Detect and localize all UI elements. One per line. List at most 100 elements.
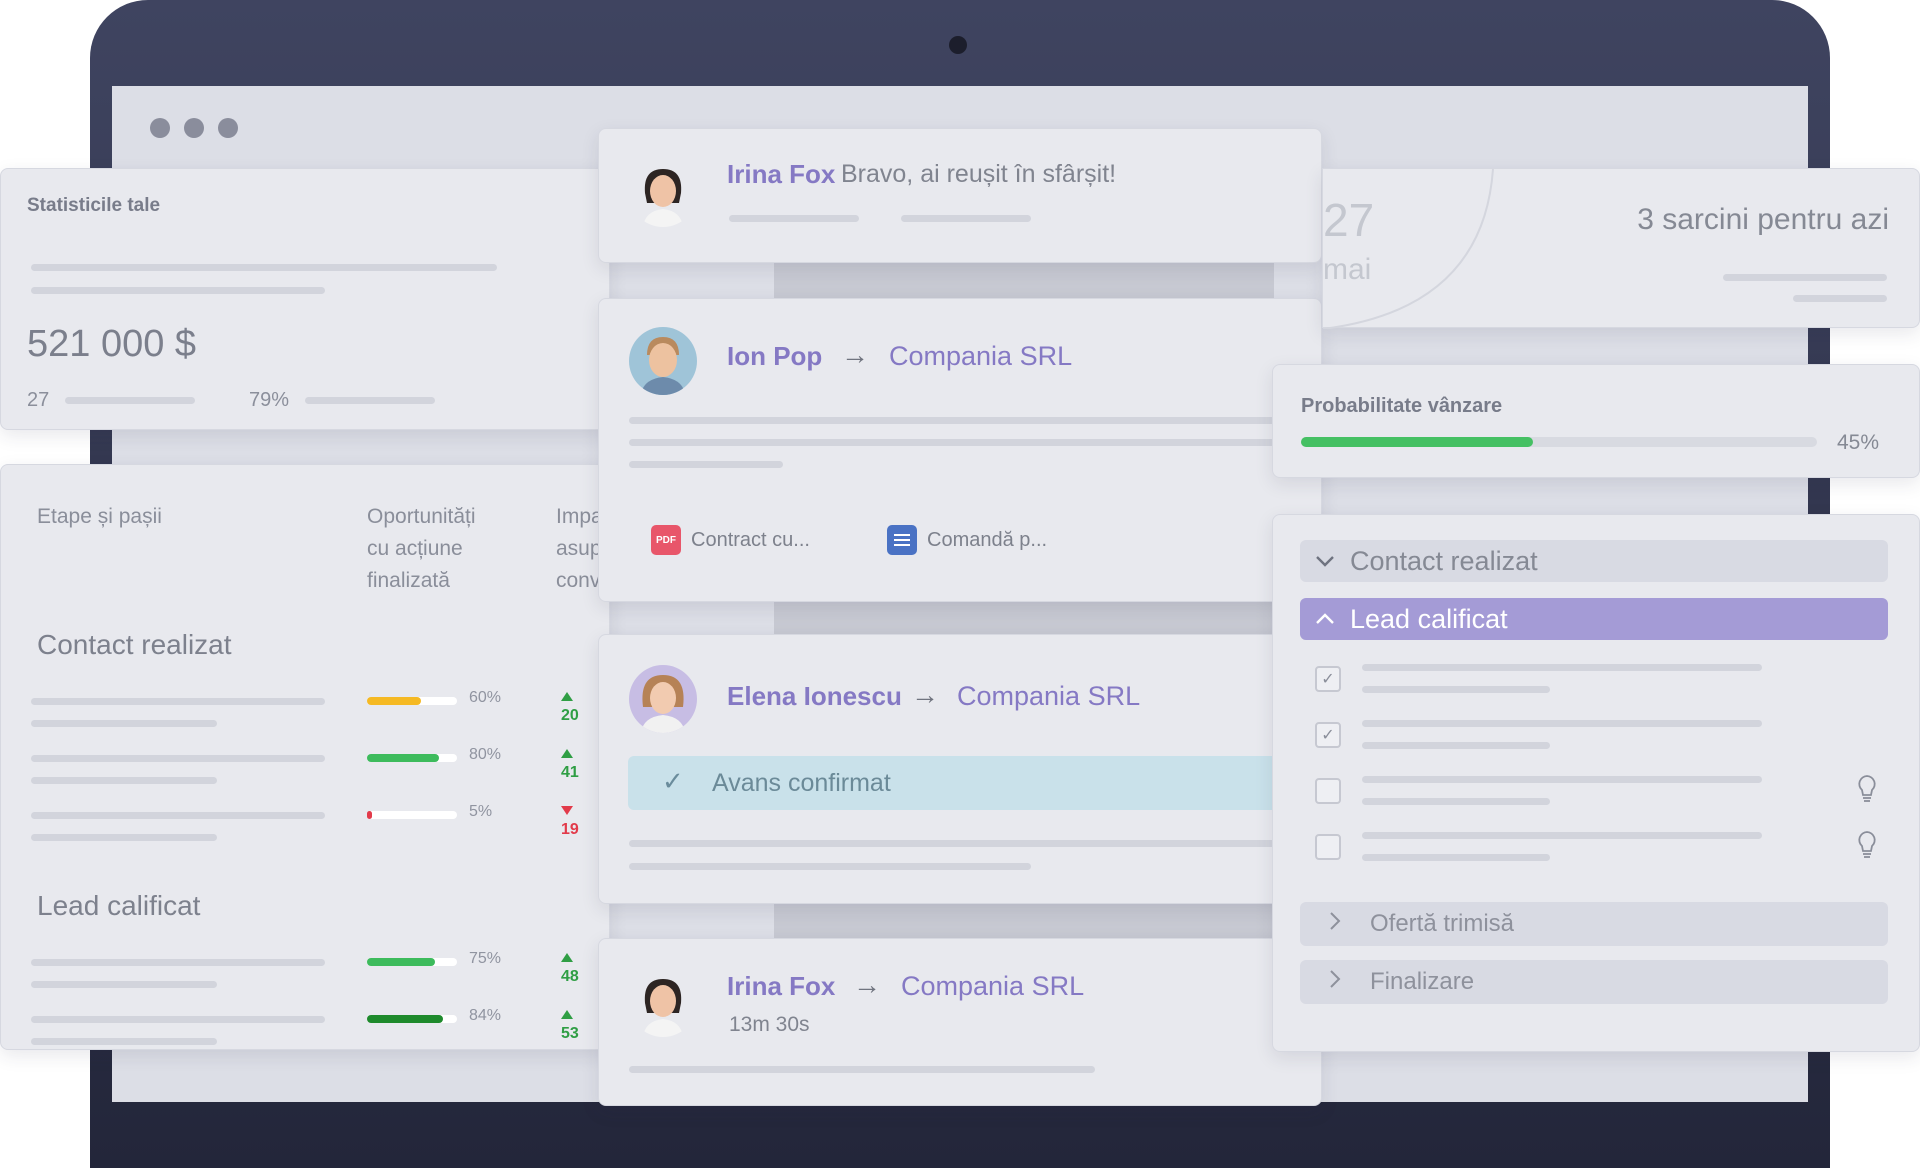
deal-card[interactable]: Irina Fox → Compania SRL 13m 30s: [598, 938, 1322, 1106]
triangle-up-icon: [561, 749, 573, 758]
stage-contact-realizat[interactable]: Contact realizat: [1300, 540, 1888, 582]
arrow-right-icon: →: [911, 679, 939, 710]
impact-value: 19: [561, 821, 579, 838]
avatar: [629, 159, 697, 227]
placeholder-line: [901, 215, 1031, 222]
triangle-down-icon: [561, 806, 573, 815]
tasks-card: 27 mai 3 sarcini pentru azi: [1322, 168, 1920, 329]
arrow-right-icon: →: [853, 969, 881, 1000]
stage-label: Finalizare: [1370, 968, 1475, 995]
calendar-month: mai: [1323, 253, 1372, 286]
impact-value: 20: [561, 707, 579, 724]
placeholder-line: [31, 834, 217, 841]
placeholder-line: [305, 397, 435, 404]
placeholder-line: [1362, 686, 1550, 693]
placeholder-line: [31, 1038, 217, 1045]
stats-card: Statisticile tale 521 000 $ 27 79%: [0, 168, 610, 430]
progress-fill: [367, 811, 372, 819]
progress-fill: [367, 754, 439, 762]
stage-group-title: Contact realizat: [37, 629, 232, 660]
attachment-label: Comandă p...: [927, 528, 1048, 551]
placeholder-line: [1362, 720, 1762, 727]
stage-oferta-trimisa[interactable]: Ofertă trimisă: [1300, 902, 1888, 946]
placeholder-line: [629, 840, 1323, 847]
checkbox[interactable]: [1315, 778, 1341, 804]
progress-track: [367, 754, 457, 762]
placeholder-line: [31, 959, 325, 966]
message-text: Bravo, ai reușit în sfârșit!: [841, 160, 1117, 188]
progress-percent: 84%: [469, 1007, 502, 1024]
contact-name[interactable]: Ion Pop: [727, 341, 822, 372]
placeholder-line: [1362, 798, 1550, 805]
attachment-order[interactable]: Comandă p...: [887, 525, 1047, 555]
placeholder-line: [1362, 742, 1550, 749]
stats-title: Statisticile tale: [27, 195, 161, 216]
stage-lead-calificat[interactable]: Lead calificat: [1300, 598, 1888, 640]
impact-value: 48: [561, 968, 579, 985]
impact-up: 20: [561, 689, 579, 725]
placeholder-line: [31, 720, 217, 727]
stats-count: 27: [27, 389, 50, 411]
impact-up: 53: [561, 1007, 579, 1043]
stage-label: Ofertă trimisă: [1370, 910, 1515, 937]
probability-track: [1301, 437, 1817, 447]
sender-name[interactable]: Irina Fox: [727, 159, 835, 190]
placeholder-line: [1362, 854, 1550, 861]
placeholder-line: [729, 215, 859, 222]
progress-track: [367, 958, 457, 966]
webcam: [949, 36, 967, 54]
probability-title: Probabilitate vânzare: [1301, 395, 1503, 417]
placeholder-line: [1362, 832, 1762, 839]
placeholder-line: [1793, 295, 1887, 302]
window-close-dot[interactable]: [150, 118, 170, 138]
lightbulb-icon[interactable]: [1856, 774, 1878, 804]
checkbox-checked[interactable]: ✓: [1315, 722, 1341, 748]
avatar: [629, 969, 697, 1037]
company-name[interactable]: Compania SRL: [901, 971, 1084, 1002]
impact-down: 19: [561, 803, 579, 839]
placeholder-line: [1362, 664, 1762, 671]
attachment-label: Contract cu...: [691, 528, 810, 551]
progress-track: [367, 697, 457, 705]
checkbox-checked[interactable]: ✓: [1315, 666, 1341, 692]
attachment-contract[interactable]: PDF Contract cu...: [651, 525, 810, 555]
check-icon: ✓: [662, 766, 684, 796]
placeholder-line: [65, 397, 195, 404]
checkbox[interactable]: [1315, 834, 1341, 860]
probability-value: 45%: [1837, 431, 1880, 454]
stage-label: Lead calificat: [1350, 603, 1508, 634]
chevron-right-icon: [1300, 911, 1370, 937]
message-card[interactable]: Irina Fox Bravo, ai reușit în sfârșit!: [598, 128, 1322, 263]
impact-value: 41: [561, 764, 579, 781]
document-icon: [887, 525, 917, 555]
chevron-up-icon: [1300, 608, 1350, 631]
progress-fill: [367, 958, 435, 966]
contact-name[interactable]: Elena Ionescu: [727, 681, 902, 712]
window-controls: [150, 118, 238, 138]
placeholder-line: [31, 981, 217, 988]
column-header-stages: Etape și pașii: [37, 505, 162, 528]
progress-percent: 5%: [469, 803, 493, 820]
check-icon: ✓: [1321, 671, 1335, 688]
avatar-man-smiling: [629, 327, 697, 395]
placeholder-line: [31, 777, 217, 784]
column-header-opportunities: Oportunități cu acțiune finalizată: [367, 505, 476, 592]
avatar-woman-dark-hair: [629, 969, 697, 1037]
progress-percent: 80%: [469, 746, 502, 763]
avatar: [629, 665, 697, 733]
stage-finalizare[interactable]: Finalizare: [1300, 960, 1888, 1004]
window-maximize-dot[interactable]: [218, 118, 238, 138]
pdf-icon: PDF: [651, 525, 681, 555]
deal-card[interactable]: Ion Pop → Compania SRL PDF Contract cu..…: [598, 298, 1323, 602]
placeholder-line: [629, 417, 1323, 424]
company-name[interactable]: Compania SRL: [957, 681, 1140, 712]
company-name[interactable]: Compania SRL: [889, 341, 1072, 372]
placeholder-line: [629, 461, 783, 468]
triangle-up-icon: [561, 953, 573, 962]
status-banner: ✓ Avans confirmat: [628, 756, 1272, 810]
contact-name[interactable]: Irina Fox: [727, 971, 835, 1002]
lightbulb-icon[interactable]: [1856, 830, 1878, 860]
status-text: Avans confirmat: [712, 769, 891, 797]
window-minimize-dot[interactable]: [184, 118, 204, 138]
call-duration: 13m 30s: [729, 1013, 810, 1036]
